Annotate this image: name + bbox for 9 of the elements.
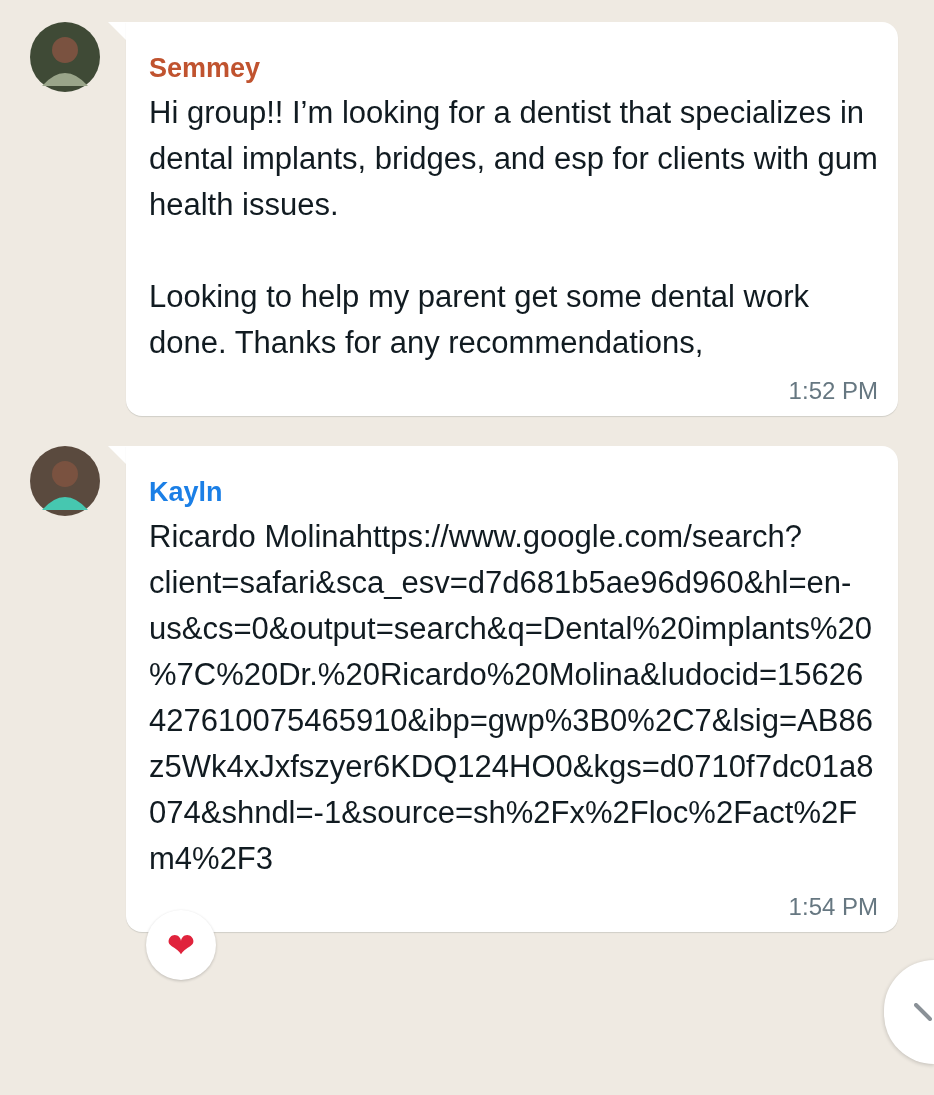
- message-text: Hi group!! I’m looking for a dentist that specializes in dental implants, bridges, and esp for clients with gum health issues.: [149, 95, 878, 222]
- message-text: Looking to help my parent get some dental work done. Thanks for any recommendations,: [149, 279, 809, 360]
- message-text: Ricardo Molinahttps://www.google.com/search?client=safari&sca_esv=d7d681b5ae96d960&hl=en-us&cs=0&output=search&q=Dental%20implants%20%7C%20Dr.%20Ricardo%20Molina&ludocid=15626427610075465910&ibp=gwp%3B0%2C7&lsig=AB86z5Wk4xJxfszyer6KDQ124HO0&kgs=d0710f7dc01a8074&shndl=-1&source=sh%2Fx%2Floc%2Fact%2Fm4%2F3: [149, 519, 874, 876]
- avatar[interactable]: [30, 22, 100, 92]
- message-time: 1:54 PM: [788, 892, 878, 922]
- avatar[interactable]: [30, 446, 100, 516]
- message-time: 1:52 PM: [788, 376, 878, 406]
- sender-name[interactable]: Semmey: [149, 50, 261, 86]
- sender-name[interactable]: Kayln: [149, 474, 223, 510]
